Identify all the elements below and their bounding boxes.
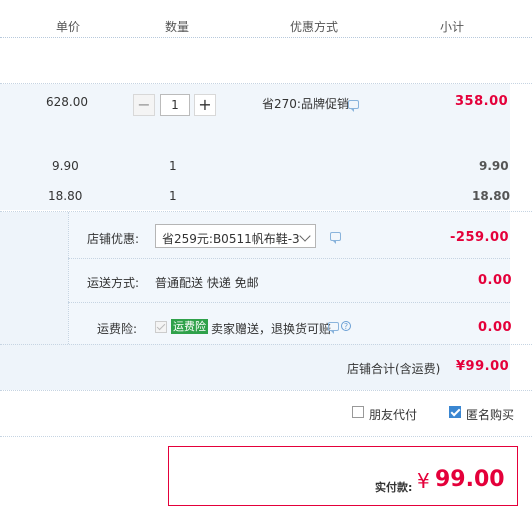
shop-total-value: ¥99.00 [456,359,510,374]
insurance-label: 运费险: [97,322,138,336]
item-1-subtotal: 358.00 [455,94,509,109]
header-divider [0,37,532,38]
item-3-quantity: 1 [169,189,177,203]
item-1-price: 628.00 [46,95,88,109]
payment-currency: ¥ [417,469,430,493]
shop-discount-select[interactable]: 省259元:B0511帆布鞋-3 [155,224,316,248]
shipping-method: 普通配送 快递 免邮 [155,276,259,290]
quantity-input[interactable]: 1 [160,94,190,116]
shop-row-divider-1 [68,258,510,259]
header-promotion: 优惠方式 [290,20,339,34]
insurance-text: 卖家赠送，退换货可赔 [211,322,332,336]
payment-summary-box: 实付款: ¥ 99.00 [168,446,518,506]
shop-top-divider [0,211,532,212]
shop-discount-label: 店铺优惠: [87,232,140,246]
payment-amount: 99.00 [435,467,505,492]
payment-label: 实付款: [375,481,413,494]
item-3-price: 18.80 [48,189,83,203]
options-divider [0,436,532,437]
item-2-price: 9.90 [52,159,79,173]
chat-bubble-icon[interactable] [330,232,341,244]
chat-bubble-icon[interactable] [348,100,359,112]
shop-total-divider [0,390,532,391]
friend-pay-label[interactable]: 朋友代付 [369,406,417,423]
insurance-badge: 运费险 [171,319,208,334]
insurance-checkbox [155,321,167,333]
friend-pay-checkbox[interactable] [352,406,364,418]
anonymous-checkbox[interactable] [449,406,461,418]
anonymous-label[interactable]: 匿名购买 [466,406,514,423]
header-quantity: 数量 [165,20,190,34]
chevron-down-icon [299,230,311,242]
shop-discount-selected: 省259元:B0511帆布鞋-3 [162,232,300,246]
header-subtotal: 小计 [440,20,465,34]
shop-row-divider-2 [68,302,510,303]
item-2-quantity: 1 [169,159,177,173]
item-3-subtotal: 18.80 [472,189,510,203]
question-circle-icon[interactable]: ? [341,321,351,331]
chat-bubble-icon[interactable] [328,322,339,334]
shop-total-label: 店铺合计(含运费) [347,362,441,376]
shipping-label: 运送方式: [87,276,140,290]
header-price: 单价 [56,20,81,34]
items-top-divider [0,83,532,84]
shipping-amount: 0.00 [478,273,513,288]
quantity-increase-button[interactable]: + [194,94,216,116]
item-2-subtotal: 9.90 [479,159,509,173]
shop-discount-amount: -259.00 [450,230,510,245]
quantity-decrease-button[interactable]: − [133,94,155,116]
shop-left-divider [68,212,69,344]
item-1-promotion: 省270:品牌促销 [262,97,349,111]
shop-bottom-divider [0,344,532,345]
insurance-amount: 0.00 [478,320,513,335]
